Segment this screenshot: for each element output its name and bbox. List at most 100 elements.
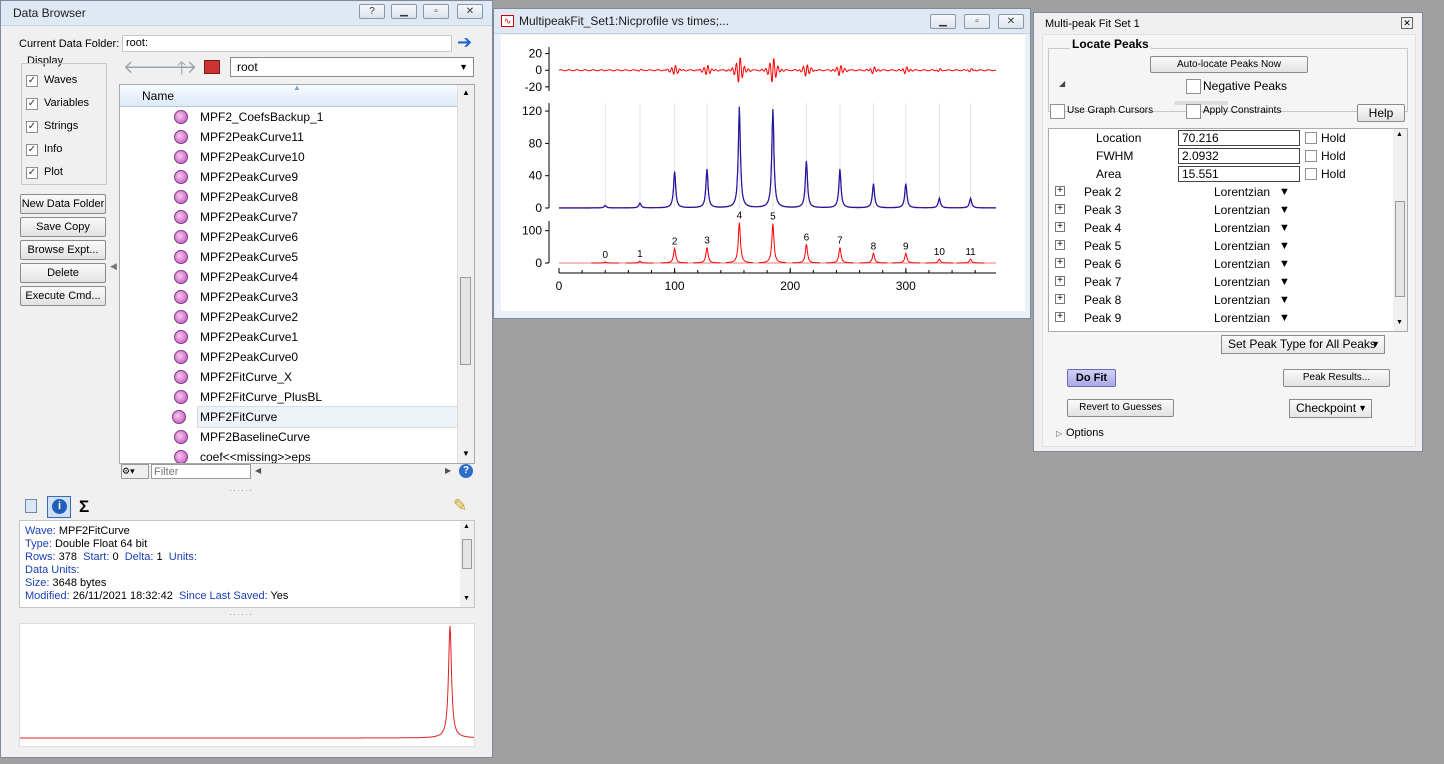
graph-titlebar[interactable]: ∿ MultipeakFit_Set1:Nicprofile vs times;… bbox=[494, 9, 1030, 34]
peak-list-scroll-thumb[interactable] bbox=[1395, 201, 1405, 297]
list-item[interactable]: MPF2PeakCurve11 bbox=[174, 127, 304, 147]
mpf-titlebar[interactable]: Multi-peak Fit Set 1 ✕ bbox=[1034, 13, 1422, 33]
close-icon[interactable]: ✕ bbox=[457, 4, 483, 19]
save-copy-button[interactable]: Save Copy bbox=[20, 217, 106, 237]
filter-options-icon[interactable]: ⚙▾ bbox=[121, 464, 149, 479]
collapse-triangle-icon[interactable]: ◢ bbox=[1059, 79, 1065, 88]
list-item[interactable]: coef<<missing>>eps bbox=[174, 447, 311, 463]
list-item[interactable]: MPF2_CoefsBackup_1 bbox=[174, 107, 323, 127]
peak-type[interactable]: Lorentzian bbox=[1214, 237, 1270, 255]
peak-row[interactable]: + Peak 3 Lorentzian ▼ bbox=[1049, 201, 1389, 219]
minimize-icon[interactable]: ▁ bbox=[391, 4, 417, 19]
auto-locate-button[interactable]: Auto-locate Peaks Now bbox=[1150, 56, 1308, 73]
restore-icon[interactable]: ▫ bbox=[964, 14, 990, 29]
expand-plus-icon[interactable]: + bbox=[1055, 186, 1065, 196]
list-item[interactable]: MPF2FitCurve_PlusBL bbox=[174, 387, 322, 407]
execute-cmd-button[interactable]: Execute Cmd... bbox=[20, 286, 106, 306]
restore-icon[interactable]: ▫ bbox=[423, 4, 449, 19]
revert-to-guesses-button[interactable]: Revert to Guesses bbox=[1067, 399, 1174, 417]
apply-constraints-checkbox[interactable] bbox=[1186, 104, 1201, 119]
current-folder-field[interactable]: root: bbox=[122, 35, 452, 52]
peak-type-chevron-icon[interactable]: ▼ bbox=[1279, 201, 1290, 219]
expand-plus-icon[interactable]: + bbox=[1055, 258, 1065, 268]
forward-arrow-icon[interactable]: 🡒 bbox=[149, 57, 197, 78]
splitter-grip-2[interactable]: ······ bbox=[229, 609, 253, 619]
hscroll-right-icon[interactable]: ▶ bbox=[445, 466, 451, 475]
filter-input[interactable] bbox=[151, 464, 251, 479]
help-question-icon[interactable]: ? bbox=[459, 464, 473, 478]
do-fit-button[interactable]: Do Fit bbox=[1067, 369, 1116, 387]
list-item[interactable]: MPF2PeakCurve10 bbox=[174, 147, 305, 167]
list-item[interactable]: MPF2FitCurve bbox=[172, 406, 459, 428]
options-label[interactable]: Options bbox=[1066, 427, 1104, 439]
param-value-field[interactable]: 70.216 bbox=[1178, 130, 1300, 146]
minimize-icon[interactable]: ▁ bbox=[930, 14, 956, 29]
peak-type[interactable]: Lorentzian bbox=[1214, 291, 1270, 309]
pencil-icon[interactable]: ✎ bbox=[453, 496, 467, 516]
peak-list-scrollbar[interactable]: ▲ ▼ bbox=[1393, 129, 1407, 331]
peak-type[interactable]: Lorentzian bbox=[1214, 201, 1270, 219]
scroll-thumb[interactable] bbox=[460, 277, 471, 365]
list-header[interactable]: Name ▲ bbox=[120, 85, 458, 107]
up-arrow-icon[interactable]: 🡑 bbox=[177, 56, 186, 86]
info-scrollbar[interactable]: ▲ ▼ bbox=[460, 521, 474, 607]
peak-row[interactable]: + Peak 4 Lorentzian ▼ bbox=[1049, 219, 1389, 237]
peak-type-chevron-icon[interactable]: ▼ bbox=[1279, 255, 1290, 273]
graph-svg[interactable]: 200-201208040010000 12 34 56 78 910 110 100 200 3… bbox=[501, 35, 1025, 311]
peak-type[interactable]: Lorentzian bbox=[1214, 219, 1270, 237]
splitter-left-arrow-icon[interactable]: ◀ bbox=[110, 261, 117, 272]
browse-expt-button[interactable]: Browse Expt... bbox=[20, 240, 106, 260]
peak-row[interactable]: + Peak 8 Lorentzian ▼ bbox=[1049, 291, 1389, 309]
splitter-grip[interactable]: ······ bbox=[229, 485, 253, 495]
peak-row[interactable]: + Peak 6 Lorentzian ▼ bbox=[1049, 255, 1389, 273]
list-item[interactable]: MPF2PeakCurve8 bbox=[174, 187, 298, 207]
peak-row[interactable]: + Peak 9 Lorentzian ▼ bbox=[1049, 309, 1389, 327]
close-icon[interactable]: ✕ bbox=[998, 14, 1024, 29]
peak-row[interactable]: + Peak 2 Lorentzian ▼ bbox=[1049, 183, 1389, 201]
graph-area[interactable]: 20 0 -20 120 80 40 0 100 0 0 1 2 3 4 5 6 7 8 9 10 11 0 100 200 3… bbox=[501, 35, 1025, 311]
list-item[interactable]: MPF2PeakCurve0 bbox=[174, 347, 298, 367]
list-item[interactable]: MPF2PeakCurve1 bbox=[174, 327, 298, 347]
go-arrow-icon[interactable]: ➔ bbox=[457, 32, 472, 53]
waves-checkbox[interactable]: ✓ bbox=[26, 75, 38, 87]
scroll-up-icon[interactable]: ▲ bbox=[462, 88, 470, 97]
param-value-field[interactable]: 15.551 bbox=[1178, 166, 1300, 182]
peak-row[interactable]: + Peak 7 Lorentzian ▼ bbox=[1049, 273, 1389, 291]
negative-peaks-checkbox[interactable] bbox=[1186, 79, 1201, 94]
expand-plus-icon[interactable]: + bbox=[1055, 222, 1065, 232]
set-peak-type-dropdown[interactable]: Set Peak Type for All Peaks ▼ bbox=[1221, 335, 1385, 354]
peak-type-chevron-icon[interactable]: ▼ bbox=[1279, 273, 1290, 291]
peak-type-chevron-icon[interactable]: ▼ bbox=[1279, 309, 1290, 327]
list-item[interactable]: MPF2PeakCurve5 bbox=[174, 247, 298, 267]
peak-type-chevron-icon[interactable]: ▼ bbox=[1279, 219, 1290, 237]
list-item[interactable]: MPF2PeakCurve4 bbox=[174, 267, 298, 287]
expand-plus-icon[interactable]: + bbox=[1055, 276, 1065, 286]
close-icon[interactable]: ✕ bbox=[1401, 17, 1413, 29]
plot-checkbox[interactable]: ✓ bbox=[26, 167, 38, 179]
hscroll-left-icon[interactable]: ◀ bbox=[255, 466, 261, 475]
peak-type[interactable]: Lorentzian bbox=[1214, 273, 1270, 291]
list-item[interactable]: MPF2PeakCurve6 bbox=[174, 227, 298, 247]
expand-plus-icon[interactable]: + bbox=[1055, 312, 1065, 322]
variables-checkbox[interactable]: ✓ bbox=[26, 98, 38, 110]
checkpoint-dropdown[interactable]: Checkpoint ▼ bbox=[1289, 399, 1372, 418]
copy-icon[interactable] bbox=[25, 499, 37, 513]
peak-type-chevron-icon[interactable]: ▼ bbox=[1279, 183, 1290, 201]
help-icon[interactable]: ? bbox=[359, 4, 385, 19]
folder-dropdown[interactable]: root ▼ bbox=[230, 57, 474, 77]
sigma-icon[interactable]: Σ bbox=[79, 497, 89, 517]
info-icon[interactable]: i bbox=[47, 496, 71, 518]
peak-results-button[interactable]: Peak Results... bbox=[1283, 369, 1390, 387]
expand-plus-icon[interactable]: + bbox=[1055, 294, 1065, 304]
list-scrollbar[interactable]: ▲ ▼ bbox=[457, 85, 474, 463]
peak-type-chevron-icon[interactable]: ▼ bbox=[1279, 291, 1290, 309]
list-item[interactable]: MPF2PeakCurve9 bbox=[174, 167, 298, 187]
param-value-field[interactable]: 2.0932 bbox=[1178, 148, 1300, 164]
scroll-down-icon[interactable]: ▼ bbox=[462, 449, 470, 458]
list-item[interactable]: MPF2PeakCurve2 bbox=[174, 307, 298, 327]
peak-row[interactable]: + Peak 5 Lorentzian ▼ bbox=[1049, 237, 1389, 255]
new-data-folder-button[interactable]: New Data Folder bbox=[20, 194, 106, 214]
help-button[interactable]: Help bbox=[1357, 104, 1405, 122]
peak-type[interactable]: Lorentzian bbox=[1214, 255, 1270, 273]
set-folder-icon[interactable] bbox=[204, 60, 220, 74]
